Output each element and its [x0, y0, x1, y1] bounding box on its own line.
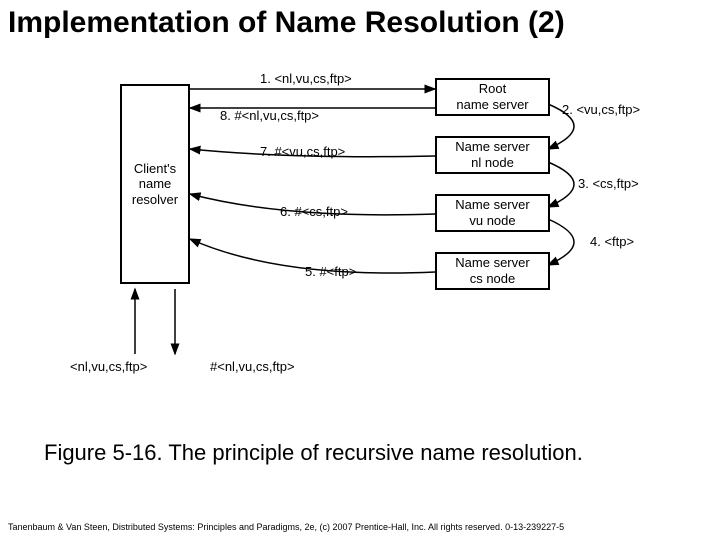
box-nl: Name server nl node [435, 136, 550, 174]
label-edge-4: 4. <ftp> [590, 234, 634, 249]
label-edge-8: 8. #<nl,vu,cs,ftp> [220, 108, 319, 123]
label-bottom-in: <nl,vu,cs,ftp> [70, 359, 147, 374]
page-title: Implementation of Name Resolution (2) [0, 0, 720, 46]
label-edge-7: 7. #<vu,cs,ftp> [260, 144, 345, 159]
box-vu: Name server vu node [435, 194, 550, 232]
copyright-footer: Tanenbaum & Van Steen, Distributed Syste… [8, 522, 564, 532]
label-edge-2: 2. <vu,cs,ftp> [562, 102, 640, 117]
label-bottom-out: #<nl,vu,cs,ftp> [210, 359, 295, 374]
box-cs: Name server cs node [435, 252, 550, 290]
box-client: Client's name resolver [120, 84, 190, 284]
box-root: Root name server [435, 78, 550, 116]
label-edge-5: 5. #<ftp> [305, 264, 356, 279]
label-edge-1: 1. <nl,vu,cs,ftp> [260, 71, 352, 86]
diagram: Client's name resolver Root name server … [80, 64, 640, 394]
label-edge-3: 3. <cs,ftp> [578, 176, 639, 191]
figure-caption: Figure 5-16. The principle of recursive … [44, 440, 583, 466]
label-edge-6: 6. #<cs,ftp> [280, 204, 348, 219]
